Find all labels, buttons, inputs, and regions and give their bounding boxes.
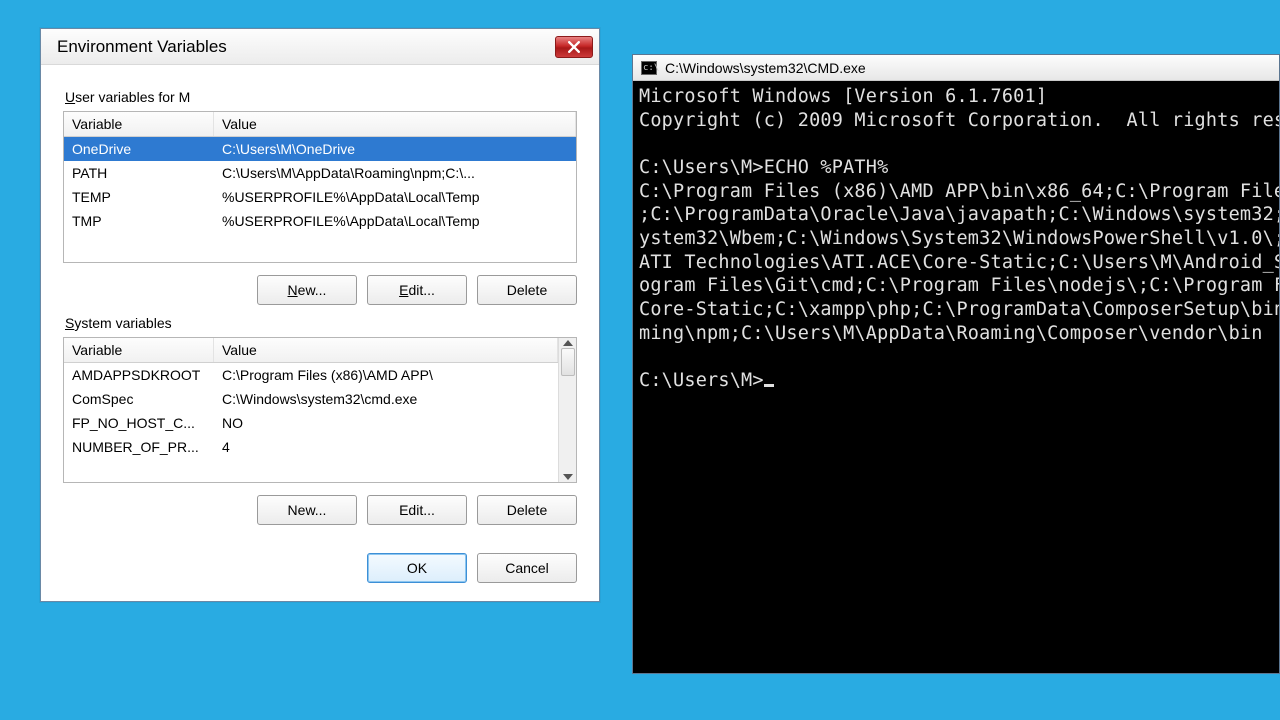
dialog-actions: OK Cancel: [63, 535, 577, 583]
scrollbar[interactable]: [558, 338, 576, 482]
close-icon: [568, 41, 580, 53]
cell-variable: PATH: [64, 164, 214, 182]
cmd-icon: c:\: [641, 61, 657, 75]
col-variable[interactable]: Variable: [64, 112, 214, 136]
system-vars-buttons: New... Edit... Delete: [63, 495, 577, 525]
env-vars-dialog: Environment Variables User variables for…: [40, 28, 600, 602]
cell-value: %USERPROFILE%\AppData\Local\Temp: [214, 188, 576, 206]
cell-value: NO: [214, 414, 558, 432]
table-row[interactable]: PATHC:\Users\M\AppData\Roaming\npm;C:\..…: [64, 161, 576, 185]
user-vars-buttons: New... Edit... Delete: [63, 275, 577, 305]
table-row[interactable]: NUMBER_OF_PR...4: [64, 435, 558, 459]
user-delete-button[interactable]: Delete: [477, 275, 577, 305]
cell-variable: NUMBER_OF_PR...: [64, 438, 214, 456]
table-row[interactable]: FP_NO_HOST_C...NO: [64, 411, 558, 435]
cmd-titlebar[interactable]: c:\ C:\Windows\system32\CMD.exe: [633, 55, 1279, 81]
dialog-body: User variables for M Variable Value OneD…: [41, 65, 599, 601]
cell-value: %USERPROFILE%\AppData\Local\Temp: [214, 212, 576, 230]
table-row[interactable]: TEMP%USERPROFILE%\AppData\Local\Temp: [64, 185, 576, 209]
user-edit-button[interactable]: Edit...: [367, 275, 467, 305]
table-row[interactable]: OneDriveC:\Users\M\OneDrive: [64, 137, 576, 161]
cell-variable: TMP: [64, 212, 214, 230]
dialog-title: Environment Variables: [57, 37, 227, 57]
cancel-button[interactable]: Cancel: [477, 553, 577, 583]
col-value[interactable]: Value: [214, 338, 558, 362]
cmd-output[interactable]: Microsoft Windows [Version 6.1.7601] Cop…: [633, 81, 1279, 397]
scroll-down-icon[interactable]: [563, 474, 573, 480]
system-edit-button[interactable]: Edit...: [367, 495, 467, 525]
user-new-button[interactable]: New...: [257, 275, 357, 305]
table-row[interactable]: TMP%USERPROFILE%\AppData\Local\Temp: [64, 209, 576, 233]
cell-value: C:\Users\M\OneDrive: [214, 140, 576, 158]
cmd-window: c:\ C:\Windows\system32\CMD.exe Microsof…: [632, 54, 1280, 674]
system-delete-button[interactable]: Delete: [477, 495, 577, 525]
cell-variable: OneDrive: [64, 140, 214, 158]
ok-button[interactable]: OK: [367, 553, 467, 583]
cell-value: 4: [214, 438, 558, 456]
cell-variable: AMDAPPSDKROOT: [64, 366, 214, 384]
scroll-thumb[interactable]: [561, 348, 575, 376]
table-row[interactable]: AMDAPPSDKROOTC:\Program Files (x86)\AMD …: [64, 363, 558, 387]
system-vars-list[interactable]: Variable Value AMDAPPSDKROOTC:\Program F…: [63, 337, 577, 483]
close-button[interactable]: [555, 36, 593, 58]
user-vars-label: User variables for M: [65, 89, 577, 105]
col-variable[interactable]: Variable: [64, 338, 214, 362]
cursor-icon: [764, 384, 774, 387]
cell-value: C:\Windows\system32\cmd.exe: [214, 390, 558, 408]
user-vars-list[interactable]: Variable Value OneDriveC:\Users\M\OneDri…: [63, 111, 577, 263]
cell-variable: ComSpec: [64, 390, 214, 408]
cell-value: C:\Program Files (x86)\AMD APP\: [214, 366, 558, 384]
list-header: Variable Value: [64, 338, 558, 363]
system-new-button[interactable]: New...: [257, 495, 357, 525]
cell-variable: FP_NO_HOST_C...: [64, 414, 214, 432]
col-value[interactable]: Value: [214, 112, 576, 136]
cmd-title: C:\Windows\system32\CMD.exe: [665, 60, 866, 76]
table-row[interactable]: ComSpecC:\Windows\system32\cmd.exe: [64, 387, 558, 411]
cell-variable: TEMP: [64, 188, 214, 206]
scroll-up-icon[interactable]: [563, 340, 573, 346]
list-header: Variable Value: [64, 112, 576, 137]
system-vars-label: System variables: [65, 315, 577, 331]
dialog-titlebar[interactable]: Environment Variables: [41, 29, 599, 65]
cell-value: C:\Users\M\AppData\Roaming\npm;C:\...: [214, 164, 576, 182]
